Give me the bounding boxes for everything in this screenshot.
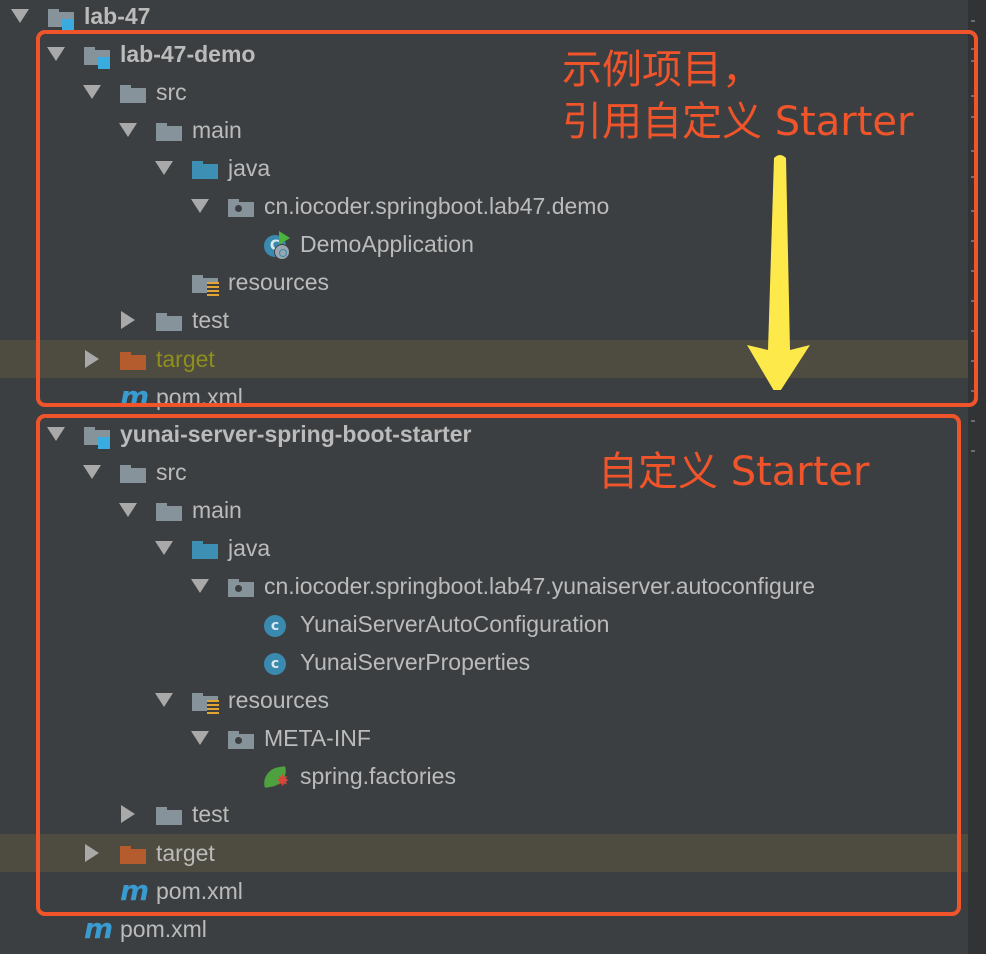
- tree-row-label: pom.xml: [156, 384, 243, 410]
- tree-row-label: META-INF: [264, 725, 371, 751]
- expand-arrow-icon[interactable]: [10, 6, 30, 26]
- module-folder-icon: [46, 5, 74, 31]
- tree-row-test[interactable]: test: [0, 301, 968, 339]
- tree-row-label: DemoApplication: [300, 231, 474, 257]
- excluded-folder-icon: [118, 842, 146, 866]
- tree-row-label: spring.factories: [300, 763, 456, 789]
- tree-row-lab-47-demo[interactable]: lab-47-demo: [0, 35, 968, 73]
- tree-row-class[interactable]: c YunaiServerProperties: [0, 643, 968, 681]
- class-icon: c: [262, 651, 290, 675]
- tree-row-label: yunai-server-spring-boot-starter: [120, 421, 472, 447]
- tree-row-label: java: [228, 155, 271, 181]
- tree-row-package[interactable]: cn.iocoder.springboot.lab47.demo: [0, 187, 968, 225]
- tree-row-label: pom.xml: [156, 878, 243, 904]
- collapse-arrow-icon[interactable]: [118, 310, 138, 330]
- expand-arrow-icon[interactable]: [118, 120, 138, 140]
- tree-row-pom-xml[interactable]: m pom.xml: [0, 872, 968, 910]
- expand-arrow-icon[interactable]: [190, 728, 210, 748]
- expand-arrow-icon[interactable]: [154, 538, 174, 558]
- tree-row-label: test: [192, 307, 230, 333]
- expand-arrow-icon[interactable]: [154, 158, 174, 178]
- tree-row-meta-inf[interactable]: META-INF: [0, 719, 968, 757]
- class-icon: c: [262, 613, 290, 637]
- resources-folder-icon: [190, 689, 219, 714]
- tree-row-label: target: [156, 840, 215, 866]
- expand-arrow-icon[interactable]: [154, 690, 174, 710]
- tree-row-lab-47[interactable]: lab-47: [0, 0, 968, 35]
- tree-row-main[interactable]: main: [0, 491, 968, 529]
- tree-row-package[interactable]: cn.iocoder.springboot.lab47.yunaiserver.…: [0, 567, 968, 605]
- tree-row-label: pom.xml: [120, 916, 207, 942]
- tree-row-label: cn.iocoder.springboot.lab47.yunaiserver.…: [264, 573, 816, 599]
- package-icon: [226, 195, 254, 219]
- annotation-demo-line2: 引用自定义 Starter: [562, 99, 914, 145]
- tree-row-test[interactable]: test: [0, 795, 968, 833]
- tree-row-label: src: [156, 79, 187, 105]
- expand-arrow-icon[interactable]: [46, 424, 66, 444]
- folder-icon: [118, 81, 146, 105]
- folder-icon: [154, 499, 182, 523]
- source-folder-icon: [190, 157, 218, 181]
- tree-row-java[interactable]: java: [0, 529, 968, 567]
- annotation-down-arrow: [747, 155, 810, 390]
- resources-folder-icon: [190, 271, 219, 296]
- tree-row-target[interactable]: target: [0, 340, 968, 378]
- scrollbar-gutter[interactable]: [968, 0, 986, 954]
- excluded-folder-icon: [118, 348, 146, 372]
- folder-icon: [118, 461, 146, 485]
- spring-boot-app-class-icon: C: [262, 231, 290, 260]
- folder-icon: [154, 309, 182, 333]
- expand-arrow-icon[interactable]: [190, 196, 210, 216]
- tree-row-label: lab-47-demo: [120, 41, 256, 67]
- tree-row-label: YunaiServerAutoConfiguration: [300, 611, 610, 637]
- collapse-arrow-icon[interactable]: [82, 349, 102, 369]
- collapse-arrow-icon[interactable]: [82, 843, 102, 863]
- annotation-starter: 自定义 Starter: [598, 449, 870, 495]
- expand-arrow-icon[interactable]: [118, 500, 138, 520]
- package-icon: [226, 575, 254, 599]
- source-folder-icon: [190, 537, 218, 561]
- tree-row-spring-factories[interactable]: ✸ spring.factories: [0, 757, 968, 795]
- tree-row-label: YunaiServerProperties: [300, 649, 531, 675]
- tree-row-target[interactable]: target: [0, 834, 968, 872]
- collapse-arrow-icon[interactable]: [118, 804, 138, 824]
- tree-row-resources[interactable]: resources: [0, 263, 968, 301]
- tree-row-label: main: [192, 497, 242, 523]
- folder-icon: [154, 803, 182, 827]
- arrow-icon: [747, 155, 810, 390]
- folder-icon: [154, 119, 182, 143]
- tree-row-label: resources: [228, 269, 329, 295]
- module-folder-icon: [82, 43, 110, 69]
- expand-arrow-icon[interactable]: [46, 44, 66, 64]
- annotation-demo-line1: 示例项目，: [562, 47, 762, 93]
- tree-row-class[interactable]: c YunaiServerAutoConfiguration: [0, 605, 968, 643]
- tree-row-label: test: [192, 801, 230, 827]
- tree-row-label: main: [192, 117, 242, 143]
- tree-row-label: resources: [228, 687, 329, 713]
- tree-row-resources[interactable]: resources: [0, 681, 968, 719]
- tree-row-root-pom-xml[interactable]: m pom.xml: [0, 910, 968, 948]
- tree-row-java[interactable]: java: [0, 149, 968, 187]
- tree-row-label: lab-47: [84, 3, 151, 29]
- module-folder-icon: [82, 423, 110, 449]
- tree-row-label: target: [156, 346, 215, 372]
- maven-icon: m: [84, 912, 114, 945]
- package-icon: [226, 727, 254, 751]
- expand-arrow-icon[interactable]: [82, 462, 102, 482]
- expand-arrow-icon[interactable]: [82, 82, 102, 102]
- maven-icon: m: [120, 380, 150, 413]
- tree-row-demo-application[interactable]: C DemoApplication: [0, 225, 968, 263]
- spring-leaf-icon: ✸: [261, 765, 290, 790]
- expand-arrow-icon[interactable]: [190, 576, 210, 596]
- tree-row-label: cn.iocoder.springboot.lab47.demo: [264, 193, 610, 219]
- maven-icon: m: [120, 874, 150, 907]
- tree-row-label: java: [228, 535, 271, 561]
- tree-row-label: src: [156, 459, 187, 485]
- tree-row-pom-xml[interactable]: m pom.xml: [0, 378, 968, 416]
